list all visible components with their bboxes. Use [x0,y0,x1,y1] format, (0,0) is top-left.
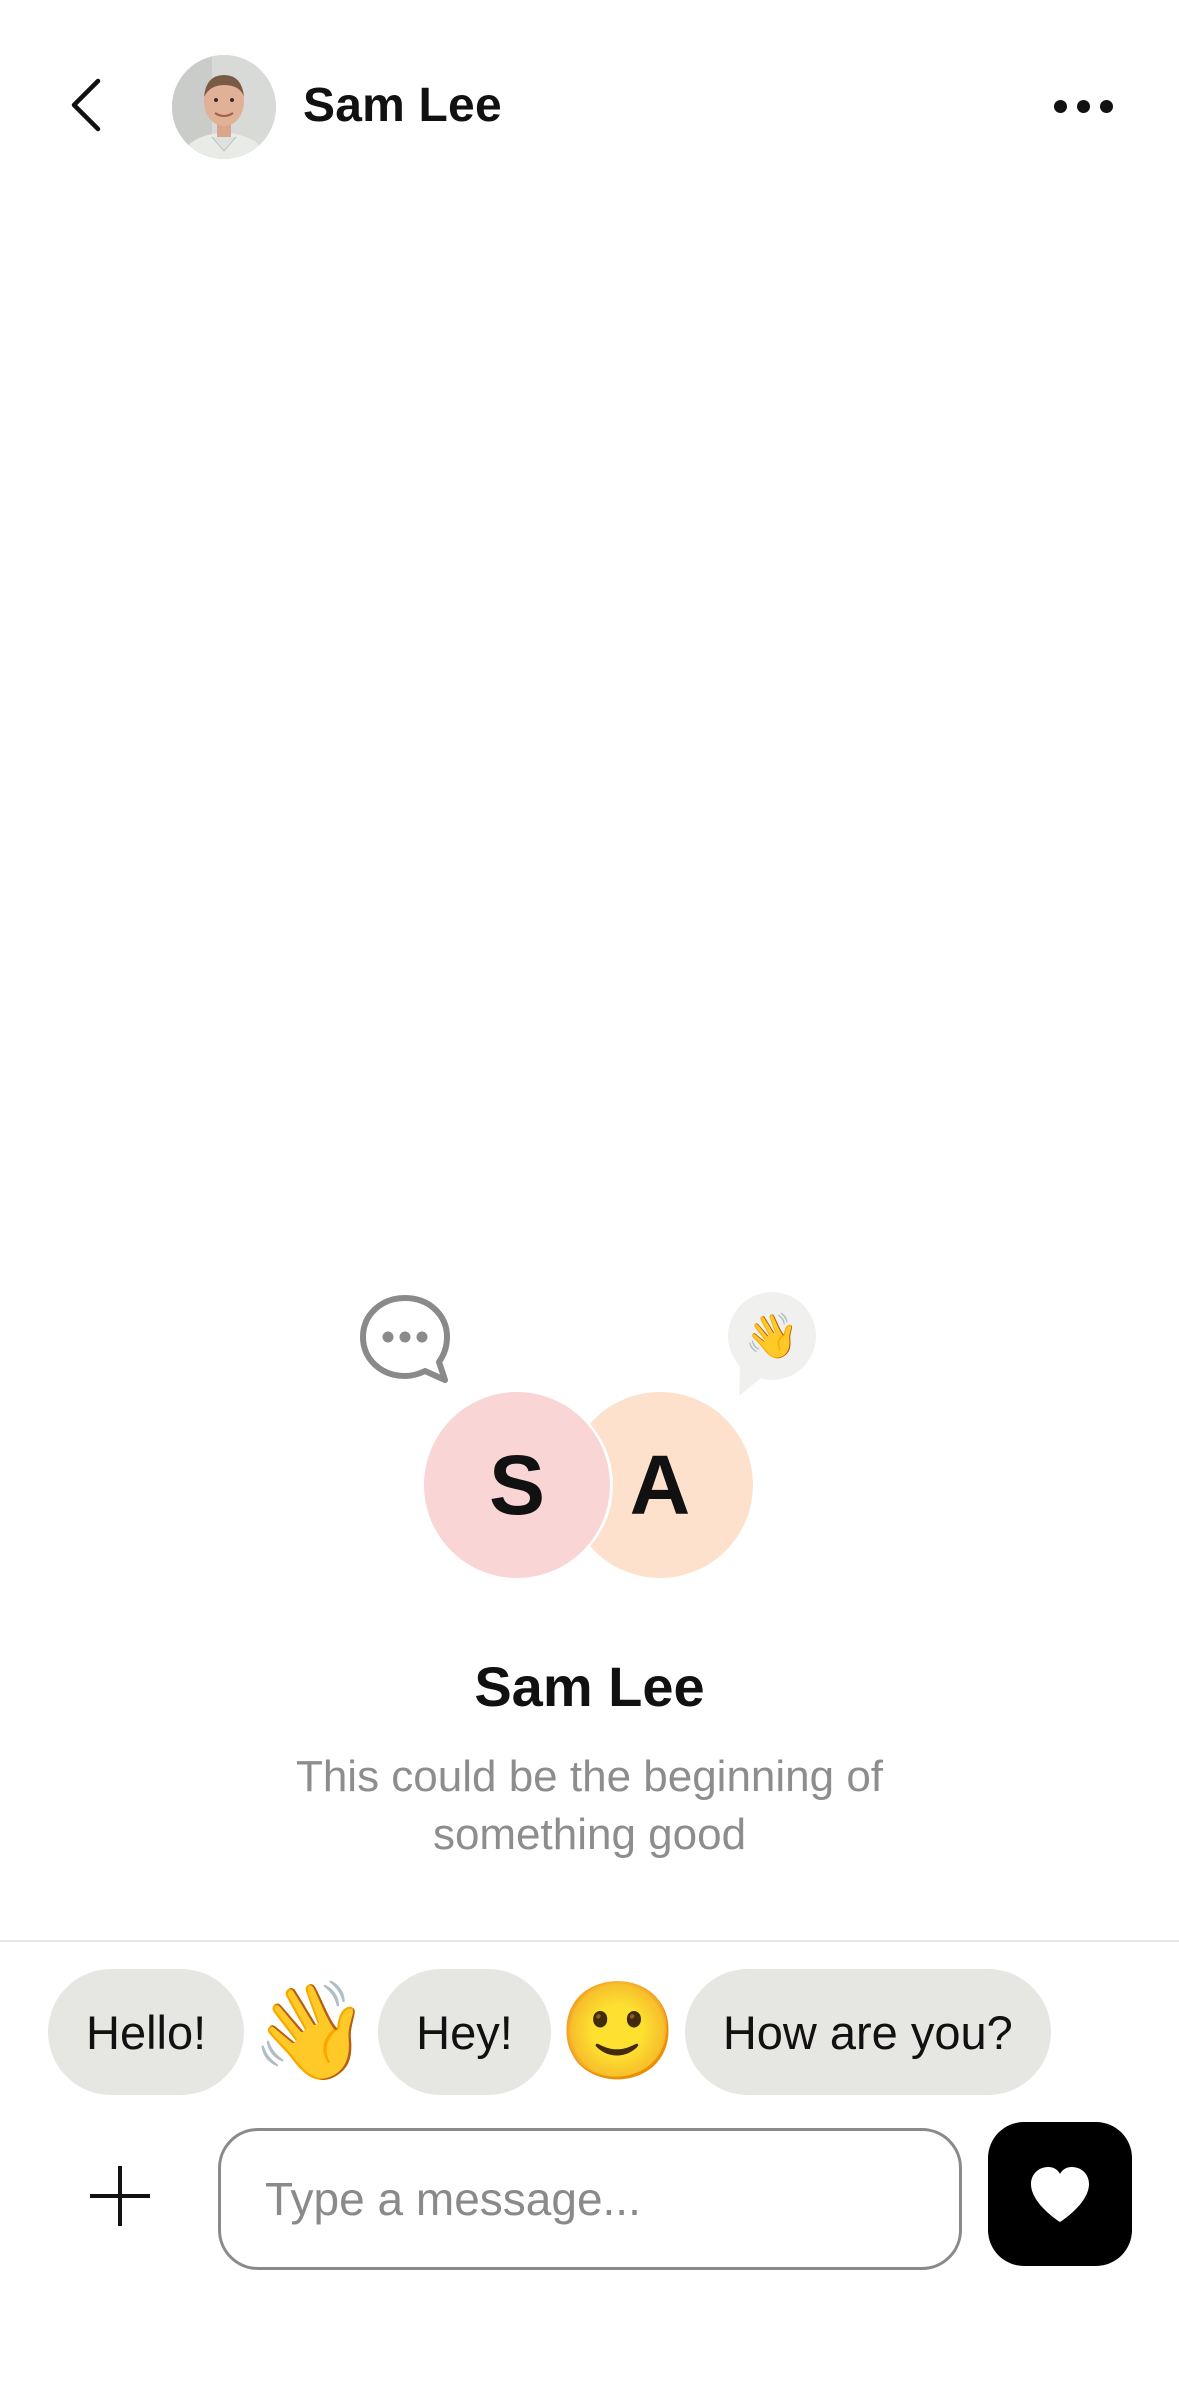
chat-header: Sam Lee [0,0,1179,200]
initial-a: A [629,1437,691,1532]
more-horizontal-icon [1053,99,1067,113]
send-heart-button[interactable] [988,2122,1132,2266]
quick-reply-hello[interactable]: Hello! [48,1969,245,2095]
profile-photo [172,55,276,159]
quick-replies: Hello! 👋 Hey! 🙂 How are you? [48,1968,1051,2096]
avatar[interactable] [172,55,276,159]
quick-reply-hey[interactable]: Hey! [378,1969,551,2095]
back-button[interactable] [56,70,116,140]
waving-hand-icon: 👋 [744,1312,800,1361]
divider [0,1940,1179,1942]
intro-subtitle: This could be the beginning of something… [295,1752,884,1859]
heart-icon [1031,2167,1089,2222]
chat-bubble-icon [357,1292,453,1388]
contact-name[interactable]: Sam Lee [303,78,502,133]
quick-reply-how-are-you[interactable]: How are you? [684,1969,1051,2095]
chevron-left-icon [71,78,101,132]
quick-reply-smile-emoji[interactable]: 🙂 [558,1969,678,2095]
initial-circle-left: S [424,1392,610,1578]
chat-screen: Sam Lee 👋 S A Sam Lee This could be the … [0,0,1179,2396]
intro-contact-name: Sam Lee [474,1655,705,1718]
initial-s: S [488,1437,546,1532]
message-input[interactable] [218,2128,962,2270]
quick-reply-wave-emoji[interactable]: 👋 [251,1969,371,2095]
more-options-button[interactable] [1043,78,1123,134]
wave-bubble: 👋 [728,1292,816,1380]
add-attachment-button[interactable] [82,2158,158,2234]
